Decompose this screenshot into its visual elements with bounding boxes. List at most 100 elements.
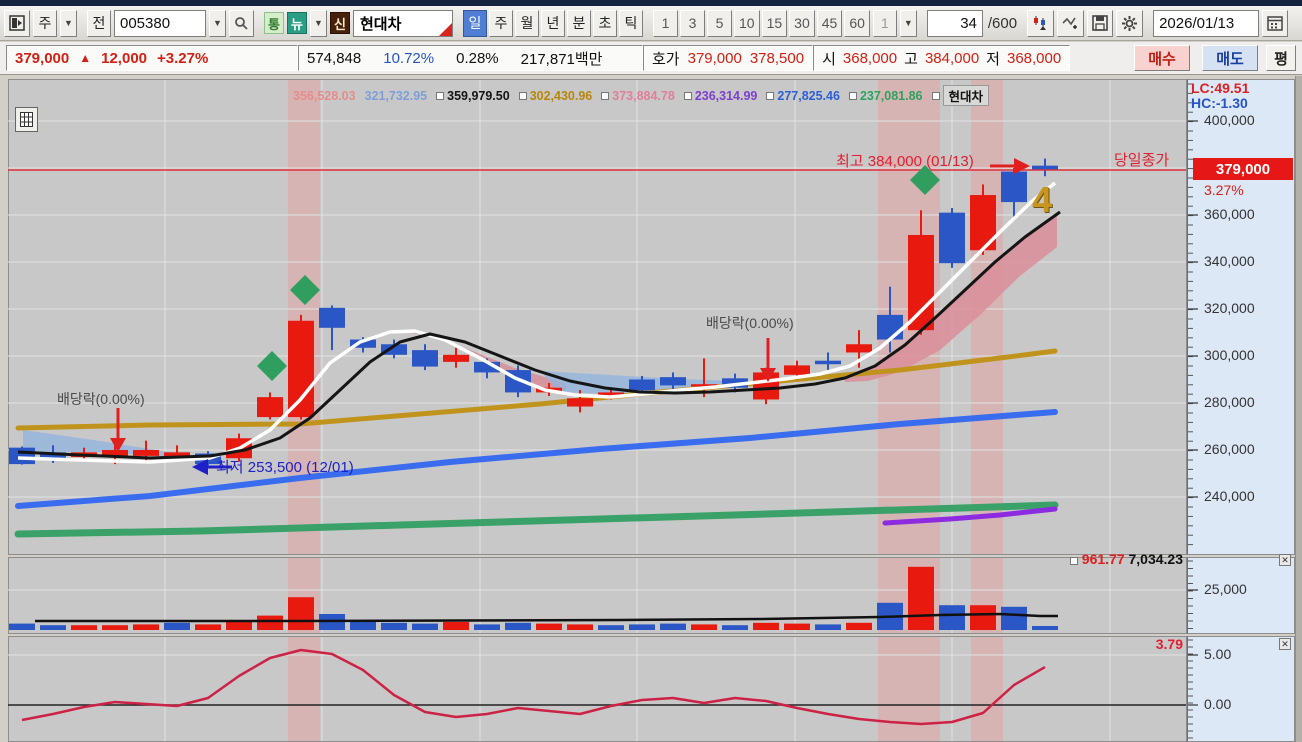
minute-button-3[interactable]: 3	[680, 9, 705, 37]
legend-checkbox[interactable]	[518, 91, 527, 100]
axis-tick-label: 340,000	[1204, 253, 1255, 269]
legend-value: 373,884.78	[612, 88, 675, 103]
stock-name-field[interactable]: 현대차	[353, 9, 453, 37]
legend-item-5: 236,314.99	[683, 88, 758, 103]
minute-button-group: 1 3 5 10 15 30 45 60	[653, 9, 870, 37]
legend-item-0: 356,528.03	[293, 89, 356, 103]
gear-icon	[1122, 15, 1138, 31]
search-icon	[235, 16, 248, 30]
calendar-button[interactable]	[1262, 9, 1289, 37]
legend-checkbox[interactable]	[931, 91, 940, 100]
legend-value: 321,732.95	[364, 88, 428, 103]
price-axis[interactable]	[1187, 79, 1295, 555]
high-price: 384,000	[924, 49, 980, 67]
period-button-6[interactable]: 틱	[619, 9, 643, 37]
legend-value: 302,430.96	[529, 88, 593, 103]
legend-value: 현대차	[942, 85, 990, 106]
period-button-5[interactable]: 초	[593, 9, 617, 37]
grid-settings-button[interactable]	[15, 107, 38, 132]
period-button-2[interactable]: 월	[515, 9, 539, 37]
axis-tick-label: 260,000	[1204, 441, 1255, 457]
legend-item-7: 237,081.86	[848, 88, 923, 103]
trade-value: 217,871백만	[520, 50, 603, 68]
save-button[interactable]	[1087, 9, 1114, 37]
chevron-down-icon: ▼	[903, 18, 913, 28]
legend-item-3: 302,430.96	[518, 88, 593, 103]
minute-button-45[interactable]: 45	[816, 9, 843, 37]
minute-button-15[interactable]: 15	[761, 9, 788, 37]
legend-checkbox[interactable]	[601, 91, 610, 100]
price-field: 379,000 ▲ 12,000 +3.27%	[6, 45, 298, 71]
axis-tick-label: 320,000	[1204, 300, 1255, 316]
current-price: 379,000	[15, 49, 70, 67]
close-volume-panel-icon[interactable]: ✕	[1279, 554, 1291, 566]
trade-volume: 574,848	[307, 49, 362, 67]
legend-checkbox[interactable]	[436, 91, 445, 100]
chart-area: 356,528.03 321,732.95 359,979.50 302,430.96…	[0, 76, 1302, 742]
date-input[interactable]: 2026/01/13	[1153, 9, 1260, 37]
flag-new-badge[interactable]: 뉴	[287, 12, 307, 34]
minute-extra-button[interactable]: 1	[872, 9, 897, 37]
candle-count-input[interactable]: 34	[926, 9, 983, 37]
price-change-pct: +3.27%	[157, 49, 209, 67]
legend-checkbox[interactable]	[683, 91, 692, 100]
settings-button[interactable]	[1116, 9, 1144, 37]
close-oscillator-panel-icon[interactable]: ✕	[1279, 638, 1291, 650]
legend-checkbox[interactable]	[848, 91, 857, 100]
current-price-box: 379,000	[1193, 158, 1293, 180]
period-button-4[interactable]: 분	[567, 9, 591, 37]
volume-field: 574,848 10.72% 0.28% 217,871백만	[298, 45, 643, 71]
oscillator-chart-plot[interactable]	[8, 636, 1187, 742]
prev-stock-button[interactable]: 전	[87, 9, 111, 37]
legend-value: 356,528.03	[293, 88, 356, 103]
legend-value: 277,825.46	[777, 88, 840, 103]
axis-tick-label: 240,000	[1204, 488, 1255, 504]
legend-checkbox[interactable]	[766, 91, 775, 100]
price-chart-plot[interactable]	[8, 79, 1187, 555]
high-label: 고	[904, 50, 918, 68]
avg-button[interactable]: 평	[1266, 45, 1296, 71]
minute-button-1[interactable]: 1	[653, 9, 678, 37]
legend-item-4: 373,884.78	[601, 89, 675, 103]
legend-item-1: 321,732.95	[365, 89, 428, 103]
legend-value: 237,081.86	[859, 88, 923, 103]
axis-tick-label: 5.00	[1204, 646, 1232, 662]
red-pennant-icon	[439, 22, 452, 36]
flag-dropdown[interactable]: ▼	[310, 9, 327, 37]
axis-tick-label: 400,000	[1204, 112, 1255, 128]
period-button-1[interactable]: 주	[489, 9, 513, 37]
minute-button-10[interactable]: 10	[734, 9, 760, 37]
minute-extra-dropdown[interactable]: ▼	[899, 9, 917, 37]
chevron-down-icon: ▼	[314, 18, 323, 28]
chevron-down-icon: ▼	[213, 18, 222, 28]
axis-tick-label: 25,000	[1204, 581, 1247, 597]
open-label: 시	[822, 50, 836, 68]
buy-button[interactable]: 매수	[1134, 45, 1190, 71]
volume-chart-plot[interactable]	[8, 557, 1187, 634]
minute-button-5[interactable]: 5	[707, 9, 732, 37]
stock-search-button[interactable]	[229, 9, 254, 37]
period-button-0[interactable]: 일	[463, 9, 487, 37]
line-style-button[interactable]	[1057, 9, 1085, 37]
grid-icon	[20, 112, 33, 127]
bid-price: 378,500	[749, 49, 805, 67]
ask-price: 379,000	[687, 49, 742, 67]
open-price: 368,000	[842, 49, 898, 67]
candle-style-button[interactable]	[1027, 9, 1055, 37]
period-quick-dropdown[interactable]: ▼	[60, 9, 77, 37]
period-button-3[interactable]: 년	[541, 9, 565, 37]
period-quick-button[interactable]: 주	[33, 9, 57, 37]
candle-chart-icon	[1034, 15, 1047, 30]
legend-value: 236,314.99	[694, 88, 758, 103]
stock-code-input[interactable]: 005380	[114, 9, 206, 37]
stock-code-dropdown[interactable]: ▼	[209, 9, 226, 37]
up-arrow-icon: ▲	[79, 51, 92, 65]
axis-tick-label: 360,000	[1204, 206, 1255, 222]
minute-button-30[interactable]: 30	[789, 9, 815, 37]
sell-button[interactable]: 매도	[1202, 45, 1258, 71]
flag-tong-badge[interactable]: 통	[264, 12, 284, 34]
panel-icon	[9, 15, 25, 31]
minute-button-60[interactable]: 60	[844, 9, 870, 37]
panel-toggle-button[interactable]	[4, 9, 30, 37]
flag-shin-badge[interactable]: 신	[330, 12, 350, 34]
